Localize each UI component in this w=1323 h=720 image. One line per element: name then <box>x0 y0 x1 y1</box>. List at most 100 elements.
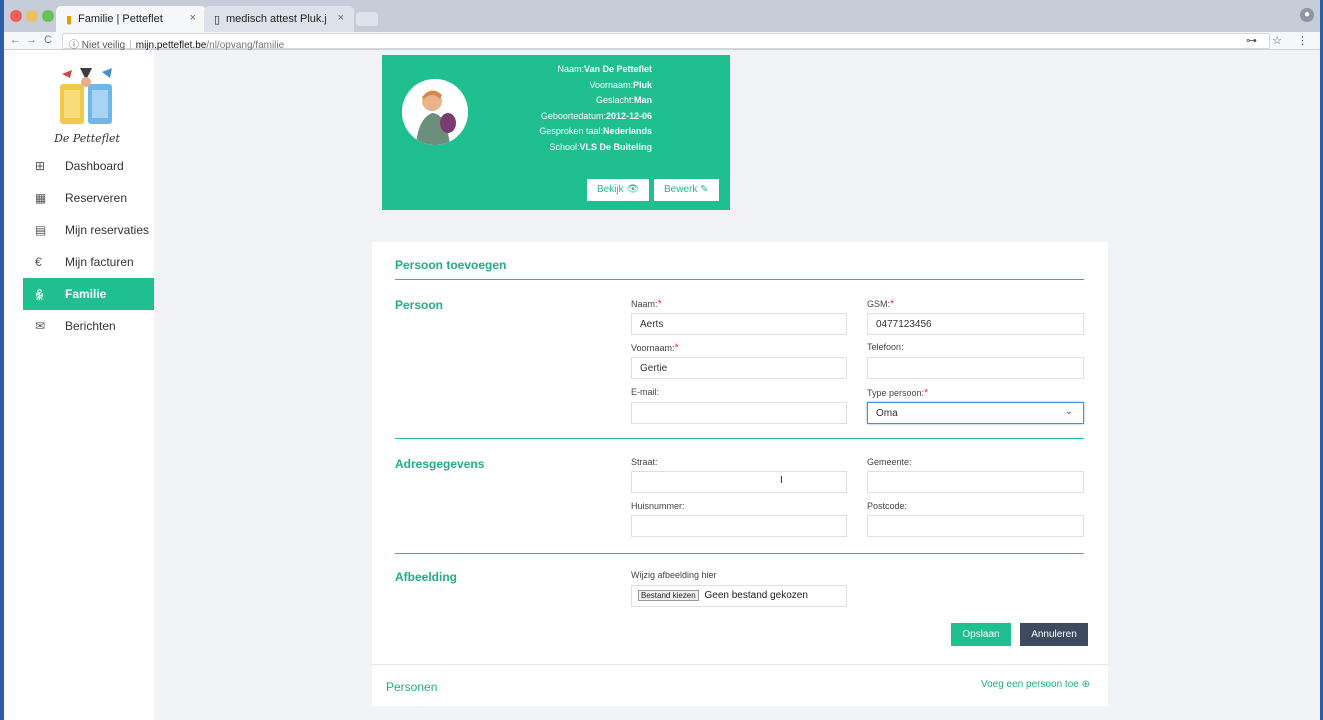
sidebar-item-mijn-facturen[interactable]: € Mijn facturen <box>23 246 154 278</box>
petteflet-logo[interactable]: De Petteflet <box>52 66 122 146</box>
panel-title: Persoon toevoegen <box>395 258 507 272</box>
child-voornaam: Pluk <box>632 79 652 90</box>
gemeente-label: Gemeente: <box>867 457 912 467</box>
sidebar: De Petteflet ⊞ Dashboard ▦ Reserveren ▤ … <box>4 50 154 720</box>
reload-icon[interactable]: C <box>44 34 52 46</box>
save-button[interactable]: Opslaan <box>951 623 1011 646</box>
sidebar-item-label: Familie <box>65 287 107 301</box>
edit-child-button[interactable]: Bewerk ✎ <box>654 179 719 201</box>
close-window-button[interactable] <box>10 10 22 22</box>
minimize-window-button[interactable] <box>26 10 38 22</box>
child-voornaam-row: Voornaam:Pluk <box>589 79 652 90</box>
postcode-label: Postcode: <box>867 501 908 511</box>
email-label: E-mail: <box>631 387 660 397</box>
huisnummer-label: Huisnummer: <box>631 501 685 511</box>
telefoon-input[interactable] <box>867 357 1084 379</box>
document-icon: ▤ <box>35 223 47 237</box>
dashboard-icon: ⊞ <box>35 159 46 173</box>
section-title-afbeelding: Afbeelding <box>395 570 457 584</box>
gemeente-input[interactable] <box>867 471 1084 493</box>
back-icon[interactable]: ← <box>10 34 21 46</box>
postcode-input[interactable] <box>867 515 1084 537</box>
calendar-icon: ▦ <box>35 191 47 205</box>
type-persoon-value: Oma <box>876 408 898 419</box>
tab-familie[interactable]: ▮ Familie | Petteflet × <box>56 6 206 32</box>
image-label: Wijzig afbeelding hier <box>631 570 717 580</box>
voornaam-input[interactable]: Gertie <box>631 357 847 379</box>
email-input[interactable] <box>631 402 847 424</box>
type-persoon-select[interactable]: Oma ⌄ <box>867 402 1084 424</box>
child-geboortedatum: 2012-12-06 <box>605 110 652 121</box>
huisnummer-input[interactable] <box>631 515 847 537</box>
view-child-button[interactable]: Bekijk 👁 <box>587 179 650 201</box>
tab-bar: ▮ Familie | Petteflet × ▯ medisch attest… <box>4 0 1320 32</box>
family-icon: ꆜ <box>35 289 45 303</box>
sidebar-item-label: Berichten <box>65 319 116 333</box>
file-status: Geen bestand gekozen <box>704 590 808 601</box>
child-avatar <box>402 79 468 145</box>
voornaam-label: Voornaam:* <box>631 342 679 354</box>
address-bar-row: ← → C ⓘ Niet veilig | mijn.petteflet.be/nl… <box>4 32 1320 51</box>
child-illustration-icon <box>402 79 468 145</box>
telefoon-label: Telefoon: <box>867 342 904 352</box>
sidebar-item-label: Mijn reservaties <box>65 223 150 237</box>
section-title-adresgegevens: Adresgegevens <box>395 457 485 471</box>
toolbar-icons[interactable]: ⊶ ☆ ⋮ <box>1246 34 1314 47</box>
tab-label: medisch attest Pluk.jpg (354× <box>226 13 326 25</box>
child-taal-row: Gesproken taal:Nederlands <box>539 126 652 136</box>
child-school-row: School:VLS De Buiteling <box>549 141 652 152</box>
section-title-persoon: Persoon <box>395 298 444 312</box>
browser-window: ▮ Familie | Petteflet × ▯ medisch attest… <box>4 0 1320 720</box>
add-person-panel: Persoon toevoegen Persoon Naam:* Aerts G… <box>372 242 1108 706</box>
new-tab-button[interactable] <box>356 12 378 26</box>
tab-label: Familie | Petteflet <box>78 13 163 25</box>
sidebar-item-berichten[interactable]: ✉ Berichten <box>23 310 154 342</box>
child-profile-card: Naam:Van De Petteflet Voornaam:Pluk Gesl… <box>382 55 730 210</box>
straat-label: Straat: <box>631 457 658 467</box>
child-taal: Nederlands <box>602 126 652 136</box>
url-path: /nl/opvang/familie <box>206 40 285 51</box>
type-persoon-label: Type persoon:* <box>867 387 929 399</box>
child-info: Naam:Van De Petteflet Voornaam:Pluk Gesl… <box>502 62 702 155</box>
persons-title: Personen <box>386 680 438 694</box>
sidebar-item-dashboard[interactable]: ⊞ Dashboard <box>23 150 154 182</box>
url-field[interactable]: ⓘ Niet veilig | mijn.petteflet.be/nl/opvan… <box>62 33 1270 51</box>
straat-input[interactable] <box>631 471 847 493</box>
sidebar-item-familie[interactable]: ꆜ Familie <box>23 278 154 310</box>
persons-footer: Personen Voeg een persoon toe ⊕ <box>372 664 1108 706</box>
profile-icon[interactable]: ● <box>1300 8 1314 22</box>
forward-icon[interactable]: → <box>26 34 37 46</box>
choose-file-button[interactable]: Bestand kiezen <box>638 590 699 601</box>
sidebar-item-label: Mijn facturen <box>65 255 134 269</box>
divider <box>395 553 1084 554</box>
child-school: VLS De Buiteling <box>579 141 652 152</box>
add-person-link[interactable]: Voeg een persoon toe ⊕ <box>981 679 1090 690</box>
cancel-button[interactable]: Annuleren <box>1020 623 1088 646</box>
sidebar-item-label: Reserveren <box>65 191 128 205</box>
sidebar-item-reserveren[interactable]: ▦ Reserveren <box>23 182 154 214</box>
maximize-window-button[interactable] <box>42 10 54 22</box>
logo-books-icon <box>60 68 112 124</box>
file-upload-field: Bestand kiezen Geen bestand gekozen <box>631 585 847 607</box>
divider <box>395 438 1084 439</box>
gsm-label: GSM:* <box>867 298 895 310</box>
gsm-input[interactable]: 0477123456 <box>867 313 1084 335</box>
brand-name: De Petteflet <box>54 132 120 145</box>
child-geslacht-row: Geslacht:Man <box>595 95 652 105</box>
divider <box>395 279 1084 280</box>
naam-label: Naam:* <box>631 298 662 310</box>
child-naam: Van De Petteflet <box>583 64 652 74</box>
naam-input[interactable]: Aerts <box>631 313 847 335</box>
petteflet-favicon-icon: ▮ <box>66 14 73 26</box>
message-icon: ✉ <box>35 319 46 333</box>
child-geslacht: Man <box>634 95 652 105</box>
tab-medisch-attest[interactable]: ▯ medisch attest Pluk.jpg (354× × <box>204 6 354 32</box>
child-naam-row: Naam:Van De Petteflet <box>557 64 652 74</box>
close-tab-icon[interactable]: × <box>190 12 196 24</box>
close-tab-icon[interactable]: × <box>338 12 344 24</box>
sidebar-item-label: Dashboard <box>65 159 124 173</box>
text-cursor-icon: Ι <box>780 475 783 486</box>
sidebar-item-mijn-reservaties[interactable]: ▤ Mijn reservaties <box>23 214 154 246</box>
chevron-down-icon: ⌄ <box>1064 406 1073 417</box>
file-icon: ▯ <box>214 14 221 26</box>
